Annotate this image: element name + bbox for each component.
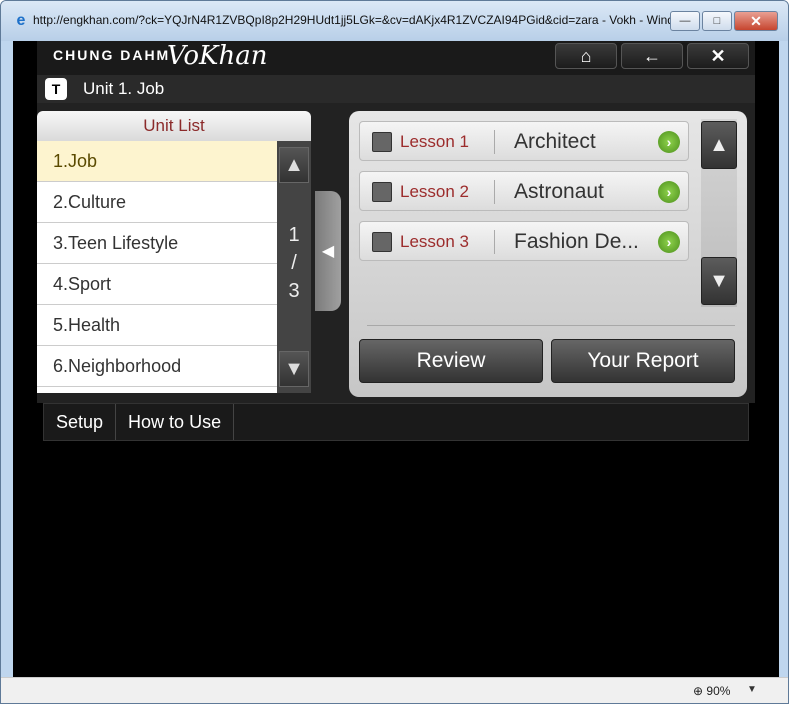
- page-total: 3: [288, 280, 300, 302]
- review-button[interactable]: Review: [359, 339, 543, 383]
- zoom-value: 90%: [706, 684, 731, 698]
- status-bar: ⊕ 90% ▼: [1, 677, 788, 703]
- home-button[interactable]: ⌂: [555, 43, 617, 69]
- lesson-scroll-up-button[interactable]: ▲: [701, 121, 737, 169]
- unit-item-health[interactable]: 5.Health: [37, 305, 277, 346]
- unit-page-down-button[interactable]: ▼: [279, 351, 309, 387]
- lesson-row[interactable]: Lesson 1 Architect ›: [359, 121, 689, 161]
- maximize-button[interactable]: □: [702, 11, 732, 31]
- divider: [494, 130, 495, 154]
- page-current: 1: [288, 224, 300, 246]
- unit-item-neighborhood[interactable]: 6.Neighborhood: [37, 346, 277, 387]
- your-report-button[interactable]: Your Report: [551, 339, 735, 383]
- zoom-level[interactable]: ⊕ 90%: [693, 684, 730, 698]
- unit-item-sport[interactable]: 4.Sport: [37, 264, 277, 305]
- browser-window: e http://engkhan.com/?ck=YQJrN4R1ZVBQpI8…: [0, 0, 789, 704]
- lesson-number: Lesson 1: [400, 132, 469, 151]
- how-to-use-button[interactable]: How to Use: [116, 404, 235, 440]
- divider: [367, 325, 735, 326]
- home-icon: ⌂: [580, 45, 592, 66]
- lesson-row[interactable]: Lesson 3 Fashion De... ›: [359, 221, 689, 261]
- close-icon: ✕: [710, 45, 726, 66]
- lesson-name: Architect: [514, 130, 596, 153]
- close-window-button[interactable]: ✕: [734, 11, 778, 31]
- exit-button[interactable]: ✕: [687, 43, 749, 69]
- zoom-dropdown-icon[interactable]: ▼: [747, 684, 757, 695]
- lesson-number: Lesson 2: [400, 182, 469, 201]
- window-controls: — □ ✕: [668, 11, 778, 31]
- page-title: Unit 1. Job: [83, 79, 165, 98]
- triangle-down-icon: ▼: [284, 357, 304, 380]
- ie-icon: e: [16, 12, 26, 29]
- divider: [494, 180, 495, 204]
- lesson-scroll-down-button[interactable]: ▼: [701, 257, 737, 305]
- lesson-row[interactable]: Lesson 2 Astronaut ›: [359, 171, 689, 211]
- lesson-scrollbar: ▲ ▼: [701, 119, 737, 307]
- lesson-checkbox[interactable]: [372, 182, 392, 202]
- unit-list-header: Unit List: [37, 111, 311, 141]
- brand-logo: VoKhan: [167, 41, 268, 71]
- page-separator: /: [291, 252, 297, 274]
- unit-item-teen-lifestyle[interactable]: 3.Teen Lifestyle: [37, 223, 277, 264]
- unit-badge: T: [45, 78, 67, 100]
- collapse-panel-tab[interactable]: ◀: [315, 191, 341, 311]
- triangle-up-icon: ▲: [284, 153, 304, 176]
- lesson-name: Astronaut: [514, 180, 604, 203]
- unit-item-job[interactable]: 1.Job: [37, 141, 277, 182]
- app-header: CHUNG DAHM VoKhan ⌂ ← ✕: [37, 41, 755, 75]
- page-indicator: 1 / 3: [277, 221, 311, 305]
- lesson-name: Fashion De...: [514, 230, 639, 253]
- lesson-checkbox[interactable]: [372, 232, 392, 252]
- brand-text: CHUNG DAHM: [53, 47, 171, 63]
- setup-button[interactable]: Setup: [44, 404, 117, 440]
- unit-pager: ▲ 1 / 3 ▼: [277, 141, 311, 393]
- unit-page-up-button[interactable]: ▲: [279, 147, 309, 183]
- arrow-left-icon: ←: [643, 45, 661, 66]
- maximize-icon: □: [713, 15, 721, 27]
- triangle-down-icon: ▼: [709, 269, 729, 292]
- page-content: CHUNG DAHM VoKhan ⌂ ← ✕ T Unit 1. Job Un…: [13, 41, 779, 677]
- lesson-checkbox[interactable]: [372, 132, 392, 152]
- close-icon: ✕: [750, 12, 762, 29]
- back-button[interactable]: ←: [621, 43, 683, 69]
- go-arrow-icon[interactable]: ›: [658, 231, 680, 253]
- lesson-number: Lesson 3: [400, 232, 469, 251]
- lesson-panel: Lesson 1 Architect › Lesson 2 Astronaut …: [349, 111, 747, 397]
- divider: [494, 230, 495, 254]
- bottom-bar: Setup How to Use: [43, 403, 749, 441]
- unit-list: 1.Job 2.Culture 3.Teen Lifestyle 4.Sport…: [37, 141, 277, 393]
- minimize-icon: —: [679, 15, 691, 27]
- go-arrow-icon[interactable]: ›: [658, 131, 680, 153]
- go-arrow-icon[interactable]: ›: [658, 181, 680, 203]
- triangle-up-icon: ▲: [709, 133, 729, 156]
- unit-title-bar: T Unit 1. Job: [37, 75, 755, 103]
- triangle-left-icon: ◀: [321, 243, 335, 260]
- minimize-button[interactable]: —: [670, 11, 700, 31]
- main-area: Unit List 1.Job 2.Culture 3.Teen Lifesty…: [37, 103, 755, 403]
- window-title: http://engkhan.com/?ck=YQJrN4R1ZVBQpI8p2…: [33, 13, 683, 27]
- title-bar: e http://engkhan.com/?ck=YQJrN4R1ZVBQpI8…: [1, 1, 788, 41]
- unit-item-culture[interactable]: 2.Culture: [37, 182, 277, 223]
